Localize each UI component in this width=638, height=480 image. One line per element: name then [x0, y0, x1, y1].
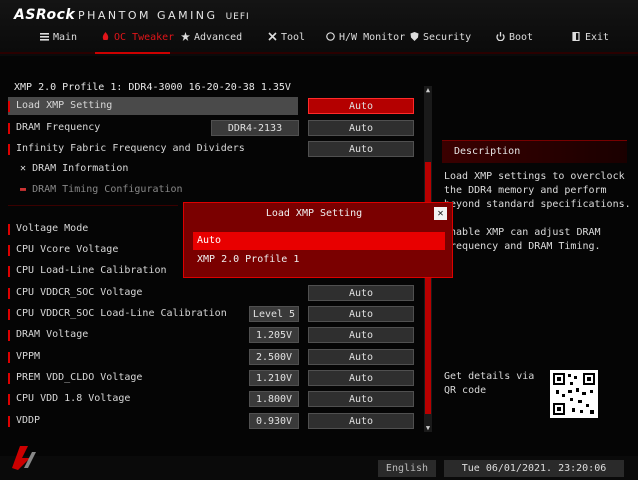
row-marker: [8, 373, 10, 384]
row-marker: [8, 144, 10, 155]
top-bar: ASRock PHANTOM GAMING UEFI Main OC Tweak…: [0, 0, 638, 56]
xmp-profile-info: XMP 2.0 Profile 1: DDR4-3000 16-20-20-38…: [14, 82, 291, 93]
datetime-display: Tue 06/01/2021. 23:20:06: [444, 460, 624, 477]
language-button[interactable]: English: [378, 460, 436, 477]
popup-option-xmp-profile-1[interactable]: XMP 2.0 Profile 1: [193, 251, 445, 269]
dram-voltage-value[interactable]: Auto: [308, 327, 414, 343]
tab-exit[interactable]: Exit: [572, 31, 609, 43]
description-paragraph: Enable XMP can adjust DRAM frequency and…: [444, 227, 601, 252]
setting-label: CPU VDDCR_SOC Voltage: [16, 287, 143, 298]
description-header: Description: [442, 140, 627, 163]
dram-frequency-value[interactable]: Auto: [308, 120, 414, 136]
infinity-fabric-value[interactable]: Auto: [308, 141, 414, 157]
soc-llc-value[interactable]: Auto: [308, 306, 414, 322]
prem-vdd-cldo-current: 1.210V: [249, 370, 299, 386]
row-marker: [8, 101, 10, 112]
section-divider: [8, 205, 178, 206]
vppm-value[interactable]: Auto: [308, 349, 414, 365]
folder-icon: ▬: [20, 184, 27, 195]
tab-hw-monitor[interactable]: H/W Monitor: [326, 32, 405, 43]
setting-label: Infinity Fabric Frequency and Dividers: [16, 143, 245, 154]
nav-underline: [0, 52, 638, 54]
submenu-dram-timing[interactable]: ▬ DRAM Timing Configuration: [8, 181, 428, 199]
star-icon: [181, 32, 190, 41]
phantom-gaming-logo-icon: [6, 440, 40, 474]
close-icon[interactable]: ✕: [434, 207, 447, 220]
setting-label: PREM VDD_CLDO Voltage: [16, 372, 143, 383]
tab-security[interactable]: Security: [410, 32, 471, 43]
qr-code: [550, 370, 598, 418]
row-marker: [8, 224, 10, 235]
main-nav: Main OC Tweaker Advanced Tool H/W Monito…: [0, 28, 638, 50]
flame-icon: [101, 32, 110, 41]
exit-icon: [572, 31, 581, 42]
phantom-gaming-title: PHANTOM GAMING UEFI: [78, 9, 250, 22]
tab-advanced[interactable]: Advanced: [181, 32, 242, 43]
tab-tool[interactable]: Tool: [268, 32, 305, 43]
tab-boot[interactable]: Boot: [496, 32, 533, 43]
setting-label: DRAM Voltage: [16, 329, 89, 340]
description-body: Load XMP settings to overclock the DDR4 …: [444, 170, 634, 254]
scroll-up-icon[interactable]: ▲: [424, 86, 432, 94]
scroll-down-icon[interactable]: ▼: [424, 424, 432, 432]
list-icon: [40, 32, 49, 41]
prem-vdd-cldo-value[interactable]: Auto: [308, 370, 414, 386]
popup-title: Load XMP Setting: [265, 208, 363, 219]
row-marker: [8, 123, 10, 134]
setting-load-xmp[interactable]: Load XMP Setting: [8, 97, 298, 115]
uefi-label: UEFI: [225, 12, 250, 22]
cpu-vddcr-soc-value[interactable]: Auto: [308, 285, 414, 301]
monitor-icon: [326, 32, 335, 41]
description-paragraph: Load XMP settings to overclock the DDR4 …: [444, 171, 631, 210]
row-marker: [8, 330, 10, 341]
row-marker: [8, 352, 10, 363]
dram-frequency-current: DDR4-2133: [211, 120, 299, 136]
setting-label: CPU VDDCR_SOC Load-Line Calibration: [16, 308, 227, 319]
setting-label: VDDP: [16, 415, 41, 426]
tab-main[interactable]: Main: [40, 32, 77, 43]
row-marker: [8, 416, 10, 427]
setting-label: CPU VDD 1.8 Voltage: [16, 393, 131, 404]
vddp-current: 0.930V: [249, 413, 299, 429]
description-title: Description: [454, 146, 521, 157]
active-tab-indicator: [95, 52, 170, 54]
setting-label: ▬ DRAM Timing Configuration: [20, 184, 183, 195]
phantom-gaming-label: PHANTOM GAMING: [78, 9, 218, 22]
cpu-vdd-18-current: 1.800V: [249, 391, 299, 407]
setting-label: VPPM: [16, 351, 41, 362]
setting-label: DRAM Frequency: [16, 122, 101, 133]
popup-option-auto[interactable]: Auto: [193, 232, 445, 250]
status-bar: English Tue 06/01/2021. 23:20:06: [0, 456, 638, 480]
scrollbar-thumb[interactable]: [425, 162, 431, 414]
asrock-logo: ASRock: [14, 7, 76, 23]
row-marker: [8, 394, 10, 405]
load-xmp-popup: Load XMP Setting ✕ Auto XMP 2.0 Profile …: [183, 202, 453, 278]
tab-oc-tweaker[interactable]: OC Tweaker: [101, 32, 174, 43]
dram-voltage-current: 1.205V: [249, 327, 299, 343]
setting-label: CPU Load-Line Calibration: [16, 265, 167, 276]
qr-caption: Get details via QR code: [444, 371, 535, 396]
shield-icon: [410, 32, 419, 41]
setting-label: ✕ DRAM Information: [20, 163, 129, 174]
power-icon: [496, 32, 505, 42]
vddp-value[interactable]: Auto: [308, 413, 414, 429]
setting-label: Load XMP Setting: [16, 100, 113, 111]
vppm-current: 2.500V: [249, 349, 299, 365]
cpu-vdd-18-value[interactable]: Auto: [308, 391, 414, 407]
row-marker: [8, 266, 10, 277]
soc-llc-current: Level 5: [249, 306, 299, 322]
wrench-icon: ✕: [20, 163, 27, 174]
row-marker: [8, 309, 10, 320]
setting-label: CPU Vcore Voltage: [16, 244, 119, 255]
setting-label: Voltage Mode: [16, 223, 89, 234]
row-marker: [8, 245, 10, 256]
tools-icon: [268, 32, 277, 41]
submenu-dram-information[interactable]: ✕ DRAM Information: [8, 160, 428, 178]
load-xmp-value[interactable]: Auto: [308, 98, 414, 114]
row-marker: [8, 288, 10, 299]
